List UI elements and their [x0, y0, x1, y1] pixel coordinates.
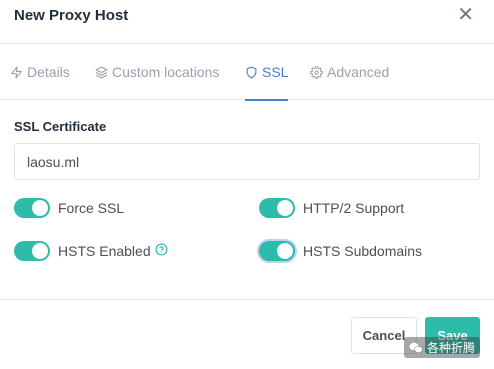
tab-bar: Details Custom locations SSL Advanced	[0, 44, 494, 101]
watermark-text: 各种折腾	[427, 341, 476, 355]
gear-icon	[310, 65, 323, 79]
force-ssl-toggle[interactable]: Force SSL	[14, 198, 124, 218]
hsts-subdomains-toggle[interactable]: HSTS Subdomains	[259, 241, 422, 261]
modal-footer	[0, 299, 494, 369]
switch-knob	[32, 200, 48, 216]
ssl-certificate-label: SSL Certificate	[14, 119, 107, 134]
hsts-enabled-switch[interactable]	[14, 241, 50, 261]
ssl-certificate-select[interactable]	[14, 143, 480, 180]
tab-ssl-label: SSL	[262, 64, 289, 80]
hsts-subdomains-label: HSTS Subdomains	[303, 243, 423, 259]
zap-icon	[11, 66, 22, 78]
tab-details[interactable]: Details	[10, 44, 70, 100]
http2-support-label: HTTP/2 Support	[303, 200, 405, 216]
tab-details-label: Details	[27, 64, 70, 80]
wechat-icon	[409, 342, 423, 353]
watermark: 各种折腾	[404, 337, 481, 358]
switch-knob	[32, 243, 48, 259]
switch-knob	[277, 243, 293, 259]
force-ssl-switch[interactable]	[14, 198, 50, 218]
tab-advanced-label: Advanced	[327, 64, 390, 80]
hsts-subdomains-switch[interactable]	[259, 241, 295, 261]
modal-header: New Proxy Host ✕	[0, 0, 494, 44]
shield-icon	[246, 66, 257, 78]
tab-advanced[interactable]: Advanced	[310, 44, 389, 100]
hsts-enabled-label: HSTS Enabled	[58, 243, 151, 259]
tab-ssl[interactable]: SSL	[245, 44, 289, 101]
http2-support-switch[interactable]	[259, 198, 295, 218]
help-circle-icon[interactable]	[155, 242, 168, 256]
layers-icon	[95, 66, 108, 78]
switch-knob	[277, 200, 293, 216]
tab-custom-locations-label: Custom locations	[112, 64, 220, 80]
hsts-enabled-toggle[interactable]: HSTS Enabled	[14, 241, 168, 261]
modal-title: New Proxy Host	[14, 7, 129, 24]
tab-custom-locations[interactable]: Custom locations	[95, 44, 219, 100]
http2-support-toggle[interactable]: HTTP/2 Support	[259, 198, 404, 218]
force-ssl-label: Force SSL	[58, 200, 125, 216]
close-icon[interactable]: ✕	[457, 5, 474, 25]
